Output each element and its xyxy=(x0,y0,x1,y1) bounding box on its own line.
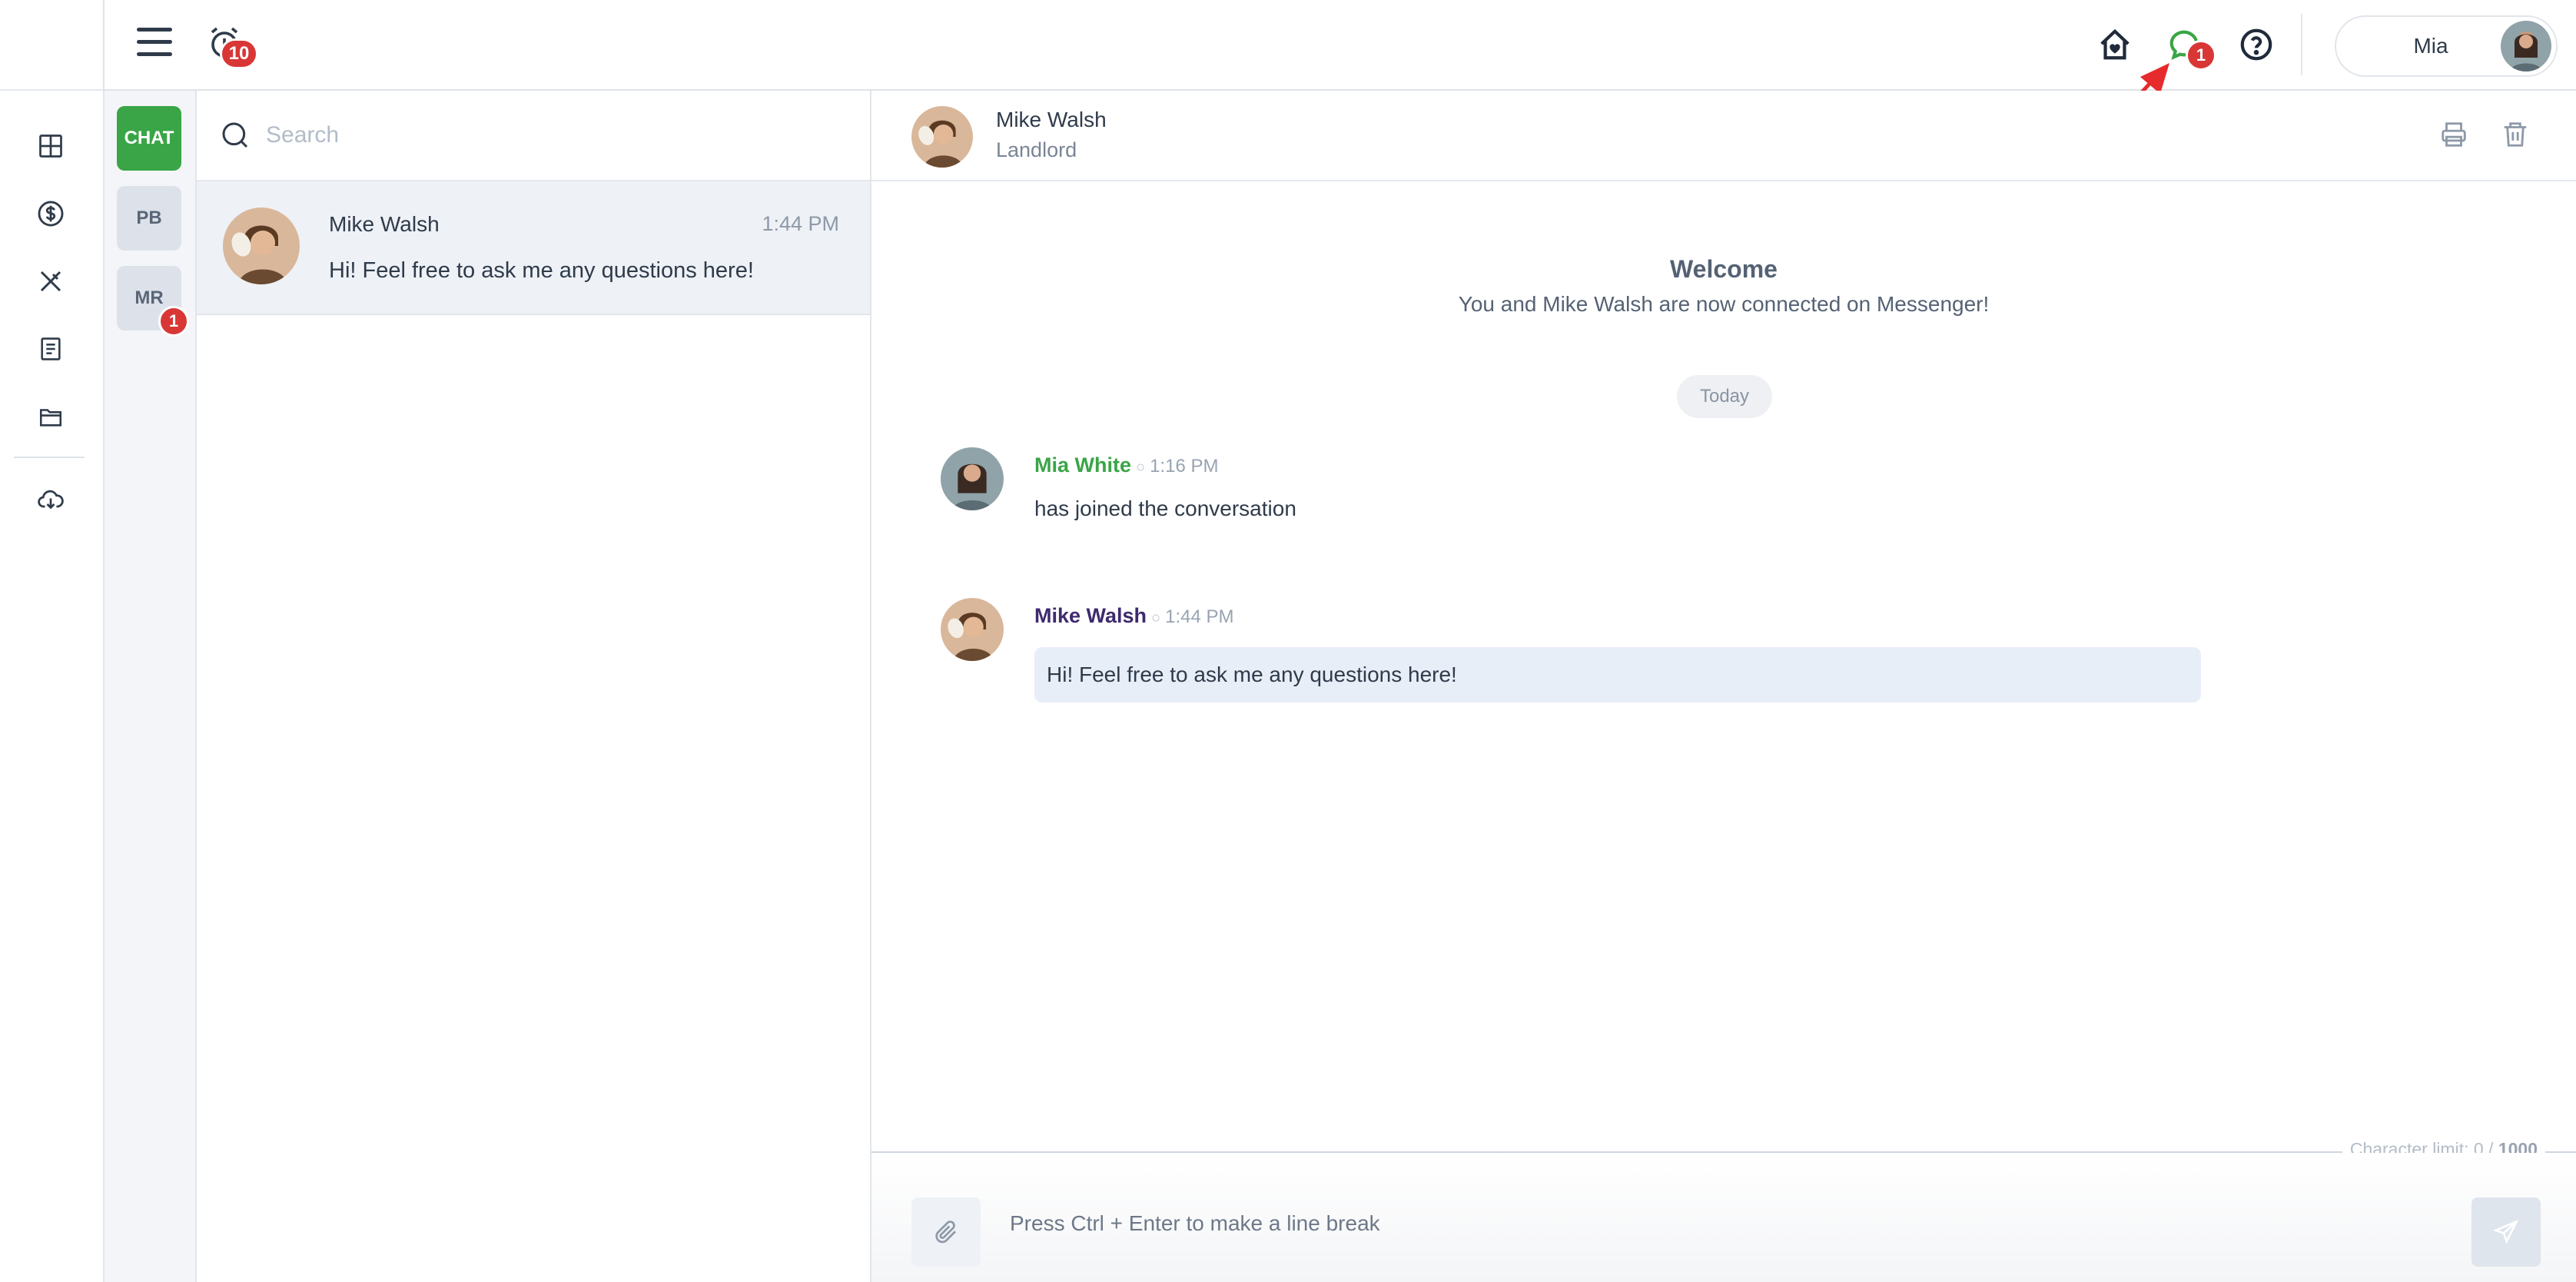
conversation-preview: Hi! Feel free to ask me any questions he… xyxy=(329,258,754,283)
channel-mr-label: MR xyxy=(134,287,164,308)
welcome-title: Welcome xyxy=(1670,255,1778,283)
search-icon xyxy=(222,122,248,148)
message-meta: Mike Walsh ○ 1:44 PM xyxy=(1034,604,1234,628)
paperclip-icon xyxy=(935,1221,956,1244)
document-icon[interactable] xyxy=(31,329,71,369)
meta-dot: ○ xyxy=(1136,459,1146,476)
menu-icon[interactable] xyxy=(137,28,172,58)
home-heart-icon[interactable] xyxy=(2095,25,2135,65)
conversation-list: Mike Walsh 1:44 PM Hi! Feel free to ask … xyxy=(197,91,871,1282)
message-input[interactable] xyxy=(1010,1211,2239,1236)
search-input[interactable] xyxy=(266,122,804,148)
user-menu-button[interactable]: Mia xyxy=(2335,15,2558,77)
sender-avatar xyxy=(941,447,1004,510)
folder-icon[interactable] xyxy=(31,397,71,437)
channel-mr-badge: 1 xyxy=(158,306,189,337)
sender-name: Mike Walsh xyxy=(1034,604,1147,627)
conversation-item[interactable]: Mike Walsh 1:44 PM Hi! Feel free to ask … xyxy=(197,181,870,315)
contact-avatar xyxy=(223,208,300,284)
dollar-icon[interactable] xyxy=(31,194,71,234)
sender-avatar xyxy=(941,598,1004,661)
message-time: 1:44 PM xyxy=(1165,606,1234,627)
logo-area xyxy=(0,0,103,91)
messages-count-badge: 1 xyxy=(2186,40,2216,71)
rail-divider xyxy=(14,457,85,458)
message-bubble: Hi! Feel free to ask me any questions he… xyxy=(1034,647,2201,702)
channel-sidebar: CHAT PB MR 1 xyxy=(105,91,197,1282)
meta-dot: ○ xyxy=(1151,609,1161,626)
channel-pb-button[interactable]: PB xyxy=(117,186,181,251)
chat-panel: Mike Walsh Landlord Welcome You and Mike… xyxy=(871,91,2576,1282)
user-avatar xyxy=(2501,21,2551,71)
message-time: 1:16 PM xyxy=(1150,456,1219,477)
conversation-name: Mike Walsh xyxy=(329,212,440,236)
alarm-clock-icon[interactable]: 10 xyxy=(206,25,258,69)
help-icon[interactable] xyxy=(2236,25,2276,65)
conversation-time: 1:44 PM xyxy=(762,212,839,235)
search-bar xyxy=(197,91,870,181)
chat-header: Mike Walsh Landlord xyxy=(871,91,2576,181)
attach-button[interactable] xyxy=(911,1197,981,1267)
welcome-subtitle: You and Mike Walsh are now connected on … xyxy=(1458,292,1990,316)
sender-name: Mia White xyxy=(1034,453,1131,477)
contact-role: Landlord xyxy=(996,138,1077,161)
alarm-count-badge: 10 xyxy=(220,38,258,69)
icon-rail xyxy=(0,0,105,1282)
channel-mr-button[interactable]: MR 1 xyxy=(117,266,189,337)
print-icon[interactable] xyxy=(2435,115,2473,154)
date-divider: Today xyxy=(1677,375,1772,418)
message-meta: Mia White ○ 1:16 PM xyxy=(1034,453,1218,477)
cloud-download-icon[interactable] xyxy=(31,480,71,520)
topbar-divider xyxy=(2301,14,2302,75)
chat-bubble-icon[interactable]: 1 xyxy=(2164,25,2216,71)
contact-avatar xyxy=(911,106,973,168)
dashboard-icon[interactable] xyxy=(31,126,71,166)
send-button[interactable] xyxy=(2471,1197,2541,1267)
message-composer xyxy=(871,1153,2576,1282)
send-icon xyxy=(2492,1219,2519,1244)
trash-icon[interactable] xyxy=(2496,115,2535,154)
contact-name: Mike Walsh xyxy=(996,108,1107,131)
message-text: has joined the conversation xyxy=(1034,497,1296,520)
channel-chat-button[interactable]: CHAT xyxy=(117,106,181,171)
top-bar: 10 1 Mia xyxy=(105,0,2576,91)
tools-icon[interactable] xyxy=(31,261,71,301)
